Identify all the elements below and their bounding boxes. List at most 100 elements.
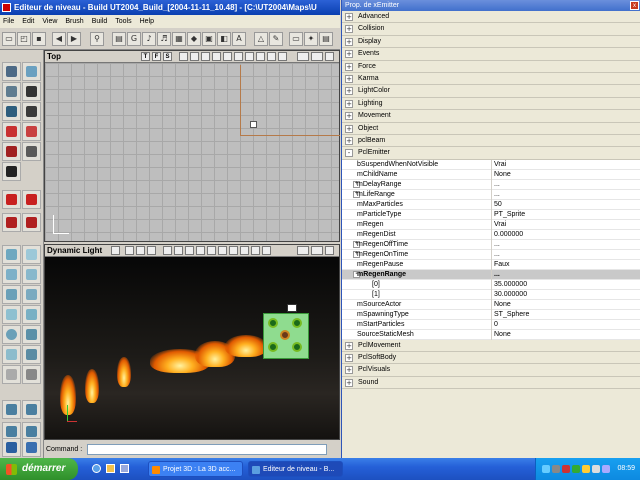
property-category[interactable]: + Force <box>342 60 640 73</box>
matinee-tool[interactable] <box>22 142 41 161</box>
desktop-quicklaunch-icon[interactable] <box>120 464 129 473</box>
expand-icon[interactable]: + <box>345 124 353 133</box>
sphere-builder-icon[interactable] <box>2 325 21 344</box>
static-mesh-browser-icon[interactable]: ◧ <box>217 32 231 46</box>
add-static-mesh-icon[interactable] <box>22 400 41 419</box>
property-row[interactable]: mRegenDist 0.000000 <box>342 229 640 240</box>
curved-stair-builder-icon[interactable] <box>22 285 41 304</box>
expand-icon[interactable]: + <box>345 354 353 363</box>
view-front-button[interactable]: F <box>152 52 161 61</box>
property-row[interactable]: mSourceActor None <box>342 299 640 310</box>
build-lighting-icon[interactable]: ✦ <box>304 32 318 46</box>
3d-scene[interactable] <box>45 257 339 439</box>
expand-icon[interactable]: + <box>345 136 353 145</box>
open-map-icon[interactable]: ◰ <box>17 32 31 46</box>
hide-selected-icon[interactable] <box>22 438 41 457</box>
property-category[interactable]: + PclMovement <box>342 339 640 353</box>
property-category[interactable]: + Advanced <box>342 11 640 24</box>
folder-quicklaunch-icon[interactable] <box>106 464 115 473</box>
linear-stair-builder-icon[interactable] <box>22 265 41 284</box>
add-special-brush-icon[interactable] <box>2 400 21 419</box>
property-category[interactable]: + LightColor <box>342 85 640 98</box>
menu-edit[interactable]: Edit <box>22 15 34 28</box>
safely-remove-tray-icon[interactable] <box>592 465 600 473</box>
property-row[interactable]: + mRegenOffTime... <box>342 239 640 250</box>
add-brush-icon[interactable] <box>2 345 21 364</box>
property-value[interactable]: ... <box>491 189 631 200</box>
deintersect-brush-icon[interactable] <box>22 365 41 384</box>
expand-icon[interactable]: + <box>345 99 353 108</box>
realtime-toggle-button-p[interactable] <box>311 246 323 255</box>
texture-browser-icon[interactable]: ▦ <box>172 32 186 46</box>
property-value[interactable]: ... <box>491 179 631 190</box>
property-value[interactable]: Vrai <box>491 159 631 170</box>
messenger-tray-icon[interactable] <box>572 465 580 473</box>
lock-icon[interactable] <box>111 246 120 255</box>
property-category[interactable]: + PclVisuals <box>342 364 640 377</box>
property-row[interactable]: [1] 30.000000 <box>342 289 640 300</box>
command-input[interactable] <box>87 444 327 455</box>
expand-icon[interactable]: + <box>345 87 353 96</box>
collapse-icon[interactable]: - <box>345 149 353 158</box>
property-value[interactable]: ... <box>491 239 631 250</box>
texture-pan-tool[interactable] <box>2 122 21 141</box>
wireframe-mode-button-p[interactable] <box>163 246 172 255</box>
flat-mode-button[interactable] <box>223 52 232 61</box>
flat-mode-button-p[interactable] <box>207 246 216 255</box>
property-row[interactable]: mMaxParticles 50 <box>342 199 640 210</box>
ie-quicklaunch-icon[interactable] <box>92 464 101 473</box>
property-row[interactable]: mSpawningType ST_Sphere <box>342 309 640 320</box>
build-geometry-icon[interactable]: ▭ <box>289 32 303 46</box>
property-row[interactable]: mParticleType PT_Sprite <box>342 209 640 220</box>
menu-help[interactable]: Help <box>140 15 154 28</box>
property-value[interactable]: None <box>491 299 631 310</box>
build-all-icon[interactable]: ▤ <box>319 32 333 46</box>
lighting-only-button[interactable] <box>245 52 254 61</box>
cone-builder-icon[interactable] <box>22 305 41 324</box>
expand-icon[interactable]: + <box>345 13 353 21</box>
volumetric-builder-icon[interactable] <box>2 265 21 284</box>
expand-icon[interactable]: + <box>345 112 353 121</box>
property-row[interactable]: SourceStaticMesh None <box>342 329 640 340</box>
emitter-actor-icon[interactable] <box>250 121 257 128</box>
search-actor-icon[interactable]: ⚲ <box>90 32 104 46</box>
property-value[interactable]: ... <box>491 269 631 280</box>
property-row[interactable]: mChildName None <box>342 169 640 180</box>
expand-icon[interactable]: + <box>345 50 353 59</box>
cube-builder-icon[interactable] <box>2 245 21 264</box>
property-category[interactable]: + Movement <box>342 110 640 123</box>
vertex-edit-tool[interactable] <box>22 62 41 81</box>
task-editeur[interactable]: Editeur de niveau - B... <box>248 461 343 477</box>
property-row[interactable]: + mDelayRange... <box>342 179 640 190</box>
sound-browser-icon[interactable]: ♬ <box>157 32 171 46</box>
top-view-grid[interactable] <box>45 63 340 241</box>
depth-mode-button[interactable] <box>234 52 243 61</box>
network-tray-icon[interactable] <box>542 465 550 473</box>
clip-flip-tool[interactable] <box>2 213 21 232</box>
face-drag-tool[interactable] <box>22 102 41 121</box>
property-value[interactable]: 35.000000 <box>491 279 631 290</box>
terrain-builder-icon[interactable] <box>22 325 41 344</box>
terrain-editor-icon[interactable]: △ <box>254 32 268 46</box>
expand-icon[interactable]: + <box>345 37 353 46</box>
property-row[interactable]: mRegenPause Faux <box>342 259 640 270</box>
selected-emitter-box[interactable] <box>263 313 309 359</box>
depth-mode-button-p[interactable] <box>218 246 227 255</box>
property-category[interactable]: + Collision <box>342 23 640 36</box>
perspective-viewport[interactable]: Dynamic Light <box>44 244 340 440</box>
property-value[interactable]: PT_Sprite <box>491 209 631 220</box>
view-side-button-p[interactable] <box>147 246 156 255</box>
display-tray-icon[interactable] <box>602 465 610 473</box>
property-category[interactable]: + Object <box>342 122 640 135</box>
property-value[interactable]: 0.000000 <box>491 229 631 240</box>
unlit-mode-button[interactable] <box>278 52 287 61</box>
mesh-browser-icon[interactable]: ◆ <box>187 32 201 46</box>
property-category[interactable]: - PclEmitter <box>342 147 640 160</box>
intersect-brush-icon[interactable] <box>2 365 21 384</box>
group-browser-icon[interactable]: G <box>127 32 141 46</box>
font-browser-icon[interactable]: A <box>232 32 246 46</box>
view-side-button[interactable]: S <box>163 52 172 61</box>
sheet-builder-icon[interactable] <box>22 245 41 264</box>
new-map-icon[interactable]: ▭ <box>2 32 16 46</box>
menu-build[interactable]: Build <box>92 15 108 28</box>
